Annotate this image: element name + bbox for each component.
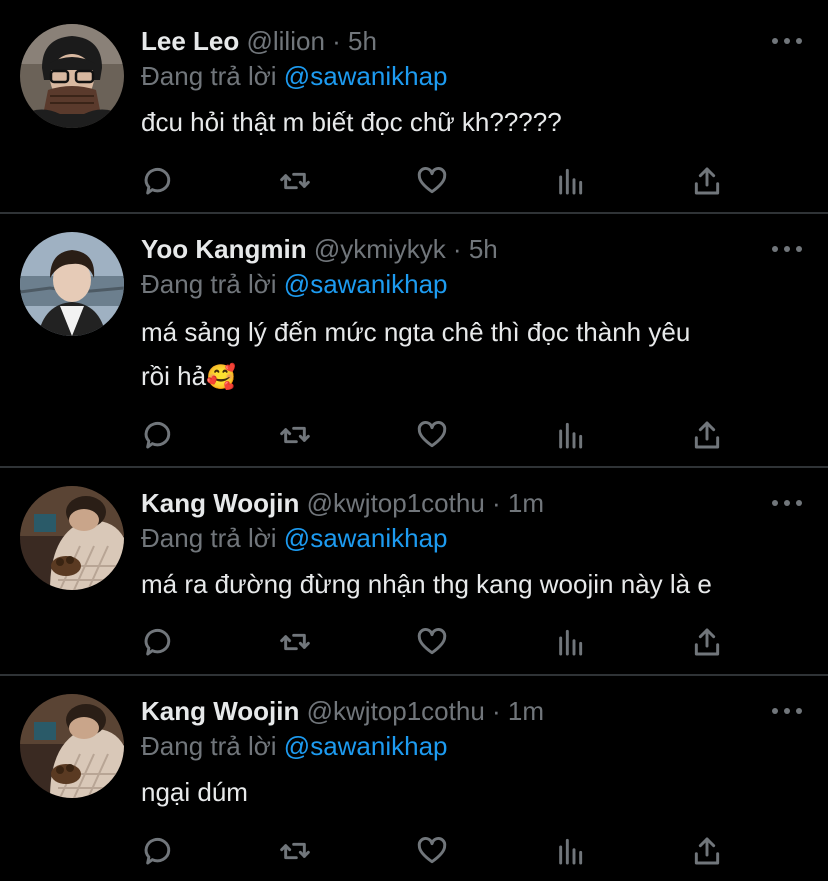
reply-mention[interactable]: @sawanikhap <box>284 523 448 553</box>
separator-dot: · <box>492 696 501 726</box>
reply-icon[interactable] <box>139 624 179 660</box>
avatar[interactable] <box>20 486 124 590</box>
tweet-text-tail: rồi hả <box>141 361 207 391</box>
tweet-text-line: rồi hả🥰 <box>141 354 801 399</box>
like-icon[interactable] <box>412 624 452 660</box>
reply-prefix: Đang trả lời <box>141 61 277 91</box>
share-icon[interactable] <box>687 833 727 869</box>
reply-mention[interactable]: @sawanikhap <box>284 269 448 299</box>
separator-dot: · <box>332 26 341 56</box>
tweet-actions <box>141 624 741 660</box>
like-icon[interactable] <box>412 417 452 453</box>
reply-icon[interactable] <box>139 833 179 869</box>
tweet-actions <box>141 833 741 869</box>
author-name[interactable]: Yoo Kangmin <box>141 234 307 264</box>
retweet-icon[interactable] <box>275 163 315 199</box>
share-icon[interactable] <box>687 163 727 199</box>
reply-icon[interactable] <box>139 163 179 199</box>
share-icon[interactable] <box>687 624 727 660</box>
avatar[interactable] <box>20 24 124 128</box>
more-options-icon[interactable] <box>772 497 802 509</box>
tweet-text: ngại dúm <box>141 777 248 807</box>
analytics-icon[interactable] <box>550 163 590 199</box>
more-options-icon[interactable] <box>772 705 802 717</box>
author-handle[interactable]: @ykmiykyk <box>314 234 446 264</box>
analytics-icon[interactable] <box>550 417 590 453</box>
author-handle[interactable]: @kwjtop1cothu <box>307 696 485 726</box>
tweet-actions <box>141 163 741 199</box>
tweet[interactable]: Kang Woojin @kwjtop1cothu · 1m Đang trả … <box>0 676 828 881</box>
like-icon[interactable] <box>412 833 452 869</box>
timestamp[interactable]: 1m <box>508 696 544 726</box>
reply-prefix: Đang trả lời <box>141 523 277 553</box>
tweet-text: đcu hỏi thật m biết đọc chữ kh????? <box>141 107 562 137</box>
separator-dot: · <box>492 488 501 518</box>
like-icon[interactable] <box>412 163 452 199</box>
retweet-icon[interactable] <box>275 417 315 453</box>
reply-mention[interactable]: @sawanikhap <box>284 731 448 761</box>
separator-dot: · <box>452 234 462 264</box>
tweet-actions <box>141 417 741 453</box>
analytics-icon[interactable] <box>550 833 590 869</box>
reply-prefix: Đang trả lời <box>141 731 277 761</box>
author-handle[interactable]: @kwjtop1cothu <box>307 488 485 518</box>
author-name[interactable]: Kang Woojin <box>141 488 299 518</box>
author-name[interactable]: Lee Leo <box>141 26 239 56</box>
tweet[interactable]: Lee Leo @lilion · 5h Đang trả lời @sawan… <box>0 0 828 212</box>
reply-prefix: Đang trả lời <box>141 269 277 299</box>
retweet-icon[interactable] <box>275 624 315 660</box>
more-options-icon[interactable] <box>772 35 802 47</box>
author-name[interactable]: Kang Woojin <box>141 696 299 726</box>
tweet[interactable]: Kang Woojin @kwjtop1cothu · 1m Đang trả … <box>0 468 828 674</box>
timestamp[interactable]: 5h <box>469 234 498 264</box>
reply-mention[interactable]: @sawanikhap <box>284 61 448 91</box>
timestamp[interactable]: 5h <box>348 26 377 56</box>
share-icon[interactable] <box>687 417 727 453</box>
avatar[interactable] <box>20 694 124 798</box>
reply-icon[interactable] <box>139 417 179 453</box>
timestamp[interactable]: 1m <box>508 488 544 518</box>
retweet-icon[interactable] <box>275 833 315 869</box>
tweet-text: má ra đường đừng nhận thg kang woojin nà… <box>141 569 712 599</box>
smiling-face-with-hearts-icon: 🥰 <box>206 363 236 391</box>
analytics-icon[interactable] <box>550 624 590 660</box>
tweet-text-line: má sảng lý đến mức ngta chê thì đọc thàn… <box>141 317 691 347</box>
avatar[interactable] <box>20 232 124 336</box>
tweet[interactable]: Yoo Kangmin @ykmiykyk · 5h Đang trả lời … <box>0 214 828 466</box>
author-handle[interactable]: @lilion <box>246 26 324 56</box>
more-options-icon[interactable] <box>772 243 802 255</box>
